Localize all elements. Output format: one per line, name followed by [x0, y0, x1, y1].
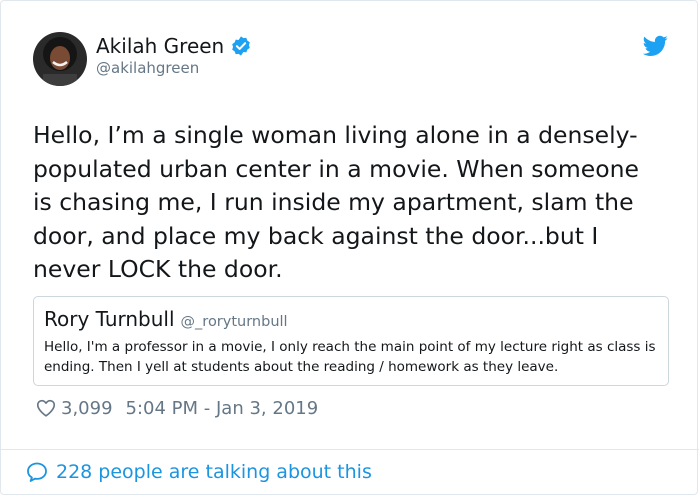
- tweet-card: Akilah Green @akilahgreen Hello, I’m a s…: [0, 0, 699, 495]
- talking-count[interactable]: 228 people are talking about this: [56, 461, 372, 483]
- speech-bubble-icon: [27, 462, 47, 482]
- quoted-author-handle: @_roryturnbull: [180, 314, 288, 330]
- timestamp[interactable]: 5:04 PM - Jan 3, 2019: [126, 398, 319, 419]
- author-name[interactable]: Akilah Green: [96, 33, 224, 59]
- quoted-author-name: Rory Turnbull: [44, 307, 175, 331]
- quoted-tweet[interactable]: Rory Turnbull @_roryturnbull Hello, I'm …: [33, 296, 669, 386]
- verified-badge-icon: [232, 36, 251, 56]
- heart-icon[interactable]: [35, 397, 57, 419]
- like-count[interactable]: 3,099: [61, 398, 113, 419]
- twitter-bird-icon[interactable]: [643, 35, 668, 57]
- divider: [1, 449, 699, 450]
- quoted-tweet-text: Hello, I'm a professor in a movie, I onl…: [44, 339, 656, 375]
- tweet-meta: 3,099 5:04 PM - Jan 3, 2019: [35, 397, 318, 419]
- author-handle[interactable]: @akilahgreen: [96, 58, 199, 78]
- conversation-link[interactable]: 228 people are talking about this: [25, 460, 372, 484]
- tweet-text: Hello, I’m a single woman living alone i…: [33, 121, 639, 283]
- avatar[interactable]: [33, 32, 87, 86]
- author-name-row[interactable]: Akilah Green: [96, 33, 252, 59]
